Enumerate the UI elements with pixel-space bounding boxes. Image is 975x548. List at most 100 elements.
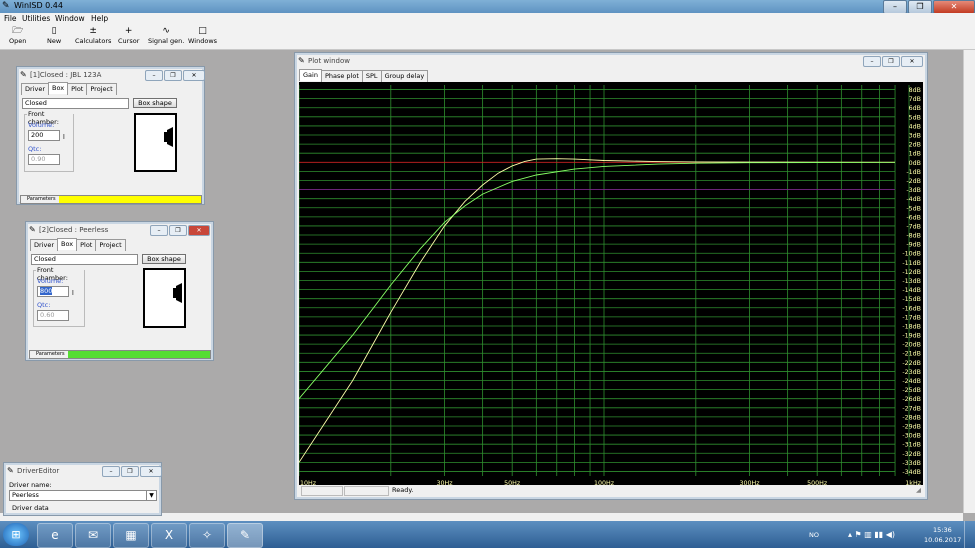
winisd-icon[interactable]: ✎ — [227, 523, 263, 548]
signal-generator-button[interactable]: ∿ Signal gen. — [148, 26, 184, 45]
menu-help[interactable]: Help — [91, 14, 108, 23]
volume-input[interactable]: 200 — [28, 130, 60, 141]
y-tick-label: 8dB — [909, 87, 921, 94]
status-indicator — [59, 196, 201, 203]
tools-icon[interactable]: ✧ — [189, 523, 225, 548]
project-window-2-titlebar[interactable]: ✎ [2]Closed : Peerless – ❐ ✕ — [28, 224, 211, 237]
language-indicator[interactable]: NO — [809, 531, 819, 539]
maximize-button[interactable]: ❐ — [164, 70, 182, 81]
winisd-icon: ✎ — [29, 225, 36, 234]
windows-button[interactable]: □ Windows — [188, 26, 217, 45]
close-button[interactable]: ✕ — [188, 225, 210, 236]
y-tick-label: -31dB — [902, 442, 921, 449]
plot-window-titlebar[interactable]: ✎ Plot window – ❐ ✕ — [297, 55, 925, 68]
start-orb-icon[interactable]: ⊞ — [3, 523, 29, 546]
tab-box[interactable]: Box — [57, 238, 78, 250]
clock-time[interactable]: 15:36 — [933, 526, 952, 534]
project-icon[interactable]: ▦ — [113, 523, 149, 548]
y-tick-label: -32dB — [902, 451, 921, 458]
tab-spl[interactable]: SPL — [361, 70, 382, 82]
maximize-button[interactable]: ❐ — [169, 225, 187, 236]
y-tick-label: -21dB — [902, 351, 921, 358]
maximize-button[interactable]: ❐ — [908, 0, 932, 14]
window-controls: – ❐ ✕ — [883, 0, 975, 14]
new-button[interactable]: ▯ New — [47, 26, 61, 45]
tab-phase-plot[interactable]: Phase plot — [320, 70, 363, 82]
y-tick-label: -25dB — [902, 387, 921, 394]
vertical-scrollbar[interactable] — [963, 50, 975, 513]
qtc-input[interactable]: 0.60 — [37, 310, 69, 321]
menu-bar: File Utilities Window Help — [0, 13, 975, 24]
driver-editor-titlebar[interactable]: ✎ DriverEditor – ❐ ✕ — [6, 465, 162, 478]
y-tick-label: -6dB — [906, 214, 921, 221]
close-button[interactable]: ✕ — [183, 70, 205, 81]
minimize-button[interactable]: – — [150, 225, 168, 236]
plot-status-bar: Ready. ◢ — [299, 485, 923, 496]
status-bar: Parameters — [20, 195, 202, 204]
y-tick-label: -20dB — [902, 342, 921, 349]
internet-explorer-icon[interactable]: e — [37, 523, 73, 548]
calculators-button[interactable]: ± Calculators — [75, 26, 111, 45]
close-button[interactable]: ✕ — [901, 56, 923, 67]
front-chamber-group: Front chamber: Volume: 200 l Qtc: 0.90 — [24, 110, 74, 172]
maximize-button[interactable]: ❐ — [882, 56, 900, 67]
y-tick-label: -24dB — [902, 378, 921, 385]
speaker-icon — [164, 127, 173, 147]
tab-project[interactable]: Project — [86, 83, 117, 95]
cursor-button[interactable]: + Cursor — [118, 26, 139, 45]
status-indicator — [68, 351, 210, 358]
tab-project[interactable]: Project — [95, 239, 126, 251]
y-tick-label: -26dB — [902, 396, 921, 403]
resize-grip-icon[interactable]: ◢ — [916, 486, 921, 494]
y-tick-label: 1dB — [909, 151, 921, 158]
y-tick-label: -18dB — [902, 323, 921, 330]
tab-group-delay[interactable]: Group delay — [380, 70, 429, 82]
volume-input[interactable]: 800 — [37, 286, 69, 297]
folder-open-icon: 🗁 — [12, 26, 24, 36]
status-bar: Parameters — [29, 350, 211, 359]
qtc-input[interactable]: 0.90 — [28, 154, 60, 165]
y-tick-label: -34dB — [902, 469, 921, 476]
y-tick-label: -5dB — [906, 205, 921, 212]
tab-gain[interactable]: Gain — [299, 69, 322, 81]
project-window-1-titlebar[interactable]: ✎ [1]Closed : JBL 123A – ❐ ✕ — [19, 69, 205, 82]
tab-box[interactable]: Box — [48, 82, 69, 94]
minimize-button[interactable]: – — [145, 70, 163, 81]
outlook-icon[interactable]: ✉ — [75, 523, 111, 548]
tab-driver[interactable]: Driver — [21, 83, 50, 95]
minimize-button[interactable]: – — [863, 56, 881, 67]
close-button[interactable]: ✕ — [933, 0, 975, 14]
clock-date[interactable]: 10.06.2017 — [924, 536, 961, 544]
y-tick-label: -4dB — [906, 196, 921, 203]
maximize-button[interactable]: ❐ — [121, 466, 139, 477]
new-document-icon: ▯ — [51, 26, 57, 36]
tab-driver[interactable]: Driver — [30, 239, 59, 251]
project-window-2: ✎ [2]Closed : Peerless – ❐ ✕ Driver Box … — [25, 221, 214, 361]
y-tick-label: -15dB — [902, 296, 921, 303]
tab-plot[interactable]: Plot — [67, 83, 88, 95]
excel-icon[interactable]: X — [151, 523, 187, 548]
box-type-field[interactable]: Closed — [22, 98, 129, 109]
box-shape-button[interactable]: Box shape — [133, 98, 177, 108]
open-button[interactable]: 🗁 Open — [9, 26, 26, 45]
close-button[interactable]: ✕ — [140, 466, 162, 477]
menu-window[interactable]: Window — [55, 14, 85, 23]
box-type-field[interactable]: Closed — [31, 254, 138, 265]
project-tabs: Driver Box Plot Project — [30, 238, 126, 251]
box-shape-button[interactable]: Box shape — [142, 254, 186, 264]
show-desktop-button[interactable] — [964, 521, 975, 548]
chevron-down-icon[interactable]: ▼ — [146, 491, 156, 500]
minimize-button[interactable]: – — [883, 0, 907, 14]
driver-name-select[interactable]: Peerless ▼ — [9, 490, 157, 501]
minimize-button[interactable]: – — [102, 466, 120, 477]
tab-plot[interactable]: Plot — [76, 239, 97, 251]
tray-icons[interactable]: ▴ ⚑ ▥ ▮▮ ◀) — [848, 530, 895, 539]
y-tick-label: -17dB — [902, 314, 921, 321]
gain-chart: 8dB 7dB 6dB 5dB 4dB 3dB 2dB 1dB 0dB -1dB -2dB -3dB -… — [298, 85, 922, 487]
menu-file[interactable]: File — [4, 14, 17, 23]
gain-plot[interactable]: 8dB 7dB 6dB 5dB 4dB 3dB 2dB 1dB 0dB -1dB -2dB -3dB -… — [298, 82, 923, 487]
y-tick-label: -7dB — [906, 223, 921, 230]
menu-utilities[interactable]: Utilities — [22, 14, 50, 23]
y-tick-label: 2dB — [909, 142, 921, 149]
y-tick-label: -9dB — [906, 242, 921, 249]
